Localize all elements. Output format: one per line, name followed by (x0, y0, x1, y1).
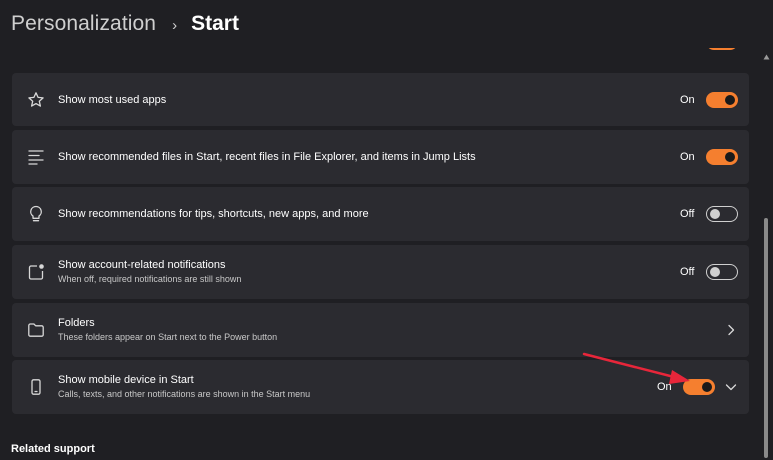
setting-title: Show most used apps (58, 93, 167, 106)
scroll-up-arrow-icon[interactable] (763, 54, 770, 60)
settings-list: Show most used apps On Show recommended … (0, 48, 760, 460)
list-icon (26, 147, 46, 167)
most-used-apps-toggle[interactable] (706, 91, 738, 108)
setting-title: Show recommended files in Start, recent … (58, 151, 476, 163)
star-icon (26, 90, 46, 110)
scrollbar-thumb[interactable] (764, 218, 768, 458)
setting-subtitle: These folders appear on Start next to th… (58, 332, 278, 342)
setting-title: Show account-related notifications (58, 259, 226, 271)
setting-recommended-files[interactable]: Show recommended files in Start, recent … (12, 130, 749, 184)
setting-subtitle: When off, required notifications are sti… (58, 274, 242, 284)
page-title: Start (191, 12, 239, 35)
setting-folders[interactable]: Folders These folders appear on Start ne… (12, 303, 749, 357)
mobile-device-toggle[interactable] (683, 379, 715, 395)
lightbulb-icon (26, 204, 46, 224)
setting-recommendations-tips[interactable]: Show recommendations for tips, shortcuts… (12, 187, 749, 241)
folder-icon (26, 320, 46, 340)
setting-title: Folders (58, 317, 95, 329)
setting-account-notifications[interactable]: Show account-related notifications When … (12, 245, 749, 299)
partial-toggle[interactable] (706, 48, 738, 50)
app-icon (26, 48, 46, 58)
setting-mobile-device[interactable]: Show mobile device in Start Calls, texts… (12, 360, 749, 414)
breadcrumb-separator-icon: › (172, 16, 178, 34)
setting-title: Show mobile device in Start (58, 374, 194, 386)
toggle-state-label: Off (680, 266, 695, 278)
recommendations-tips-toggle[interactable] (706, 206, 738, 222)
toggle-state-label: On (680, 151, 695, 163)
mobile-device-icon (26, 377, 46, 397)
setting-most-used-apps[interactable]: Show most used apps On (12, 73, 749, 126)
chevron-down-icon[interactable] (724, 380, 738, 394)
breadcrumb-personalization[interactable]: Personalization (11, 12, 156, 36)
scrollbar[interactable] (762, 48, 771, 460)
related-support-heading: Related support (11, 443, 95, 455)
toggle-state-label: Off (680, 208, 695, 220)
account-notifications-toggle[interactable] (706, 264, 738, 280)
notification-icon (26, 262, 46, 282)
toggle-state-label: On (680, 93, 695, 106)
setting-title: Show recommendations for tips, shortcuts… (58, 208, 369, 220)
setting-subtitle: Calls, texts, and other notifications ar… (58, 389, 311, 399)
chevron-right-icon[interactable] (724, 323, 738, 337)
page-header: Personalization › Start (0, 0, 773, 48)
recommended-files-toggle[interactable] (706, 149, 738, 165)
toggle-state-label: On (657, 381, 672, 393)
